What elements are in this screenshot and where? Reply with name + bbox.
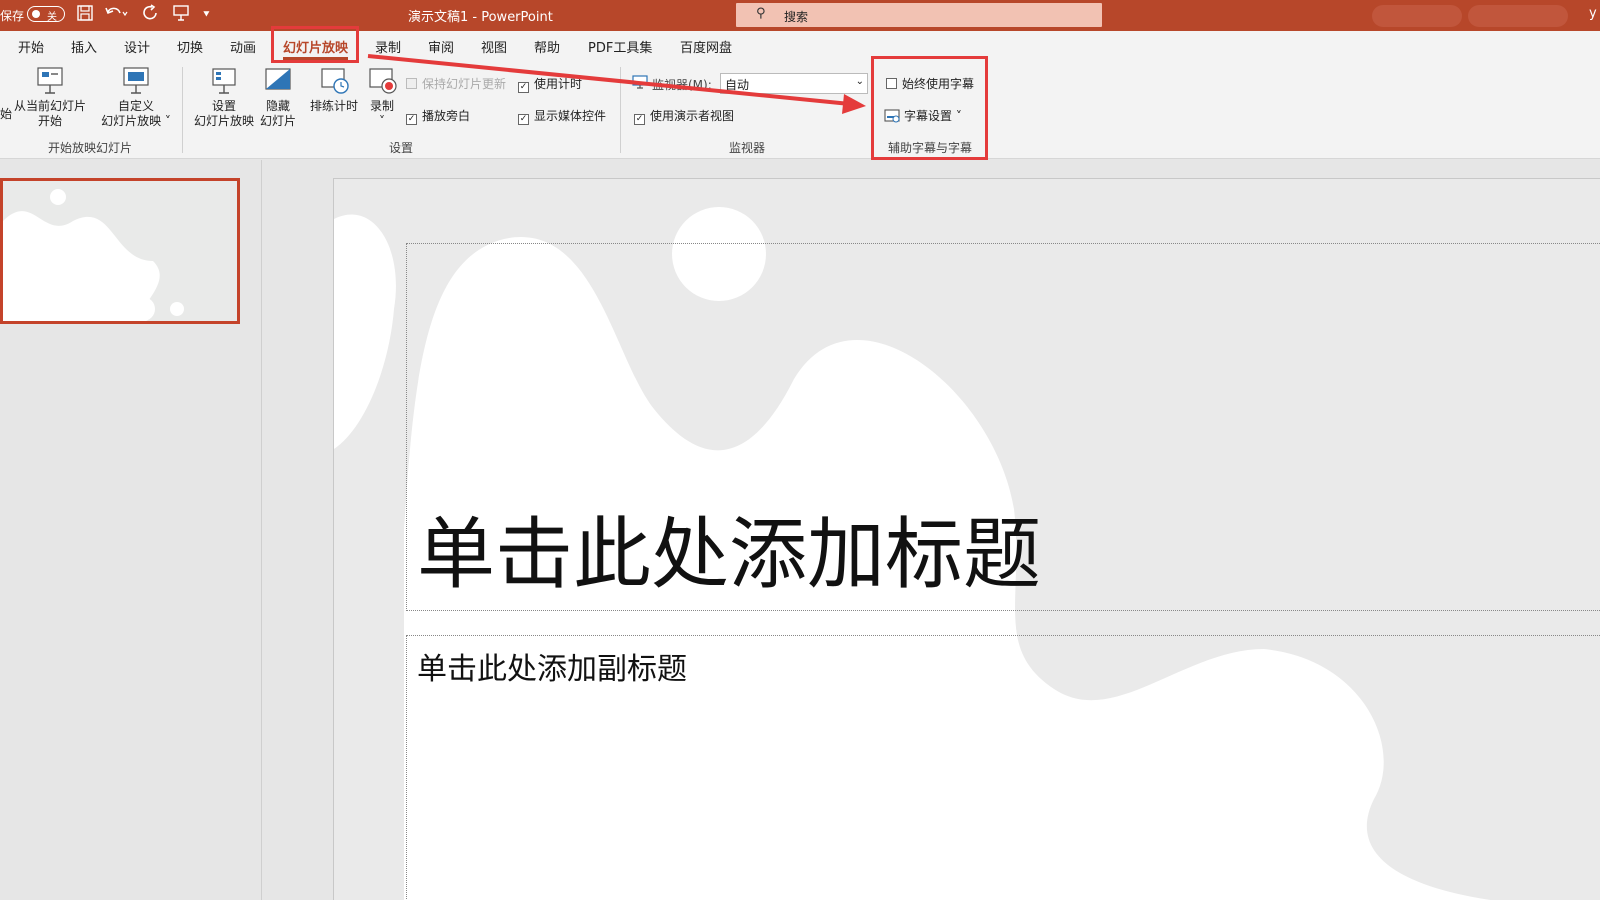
slide-canvas[interactable]: 单击此处添加标题 单击此处添加副标题	[333, 178, 1600, 900]
subtitle-placeholder-text: 单击此处添加副标题	[417, 644, 687, 688]
subtitle-placeholder[interactable]: 单击此处添加副标题	[406, 635, 1600, 900]
slide-thumbnail-1[interactable]	[0, 178, 240, 324]
thumbnail-blob-shape	[3, 181, 240, 324]
title-placeholder[interactable]: 单击此处添加标题	[406, 243, 1600, 611]
slide-thumbnail-pane	[0, 160, 262, 900]
slide-editing-area: 单击此处添加标题 单击此处添加副标题	[263, 160, 1600, 900]
title-placeholder-text: 单击此处添加标题	[417, 492, 1041, 604]
